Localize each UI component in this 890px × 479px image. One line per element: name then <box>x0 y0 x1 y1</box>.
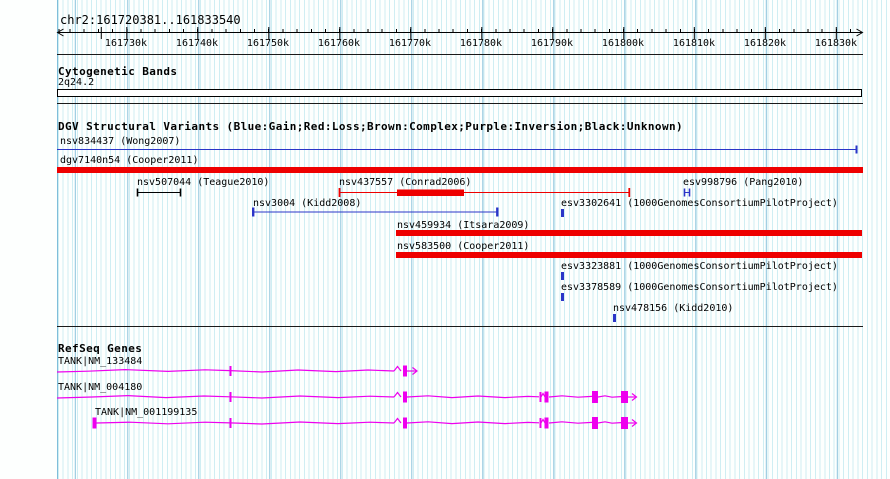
ruler-tick-label: 161770k <box>388 38 432 49</box>
variant-label-dgv7140n54[interactable]: dgv7140n54 (Cooper2011) <box>60 155 198 166</box>
ruler-tick-label: 161810k <box>672 38 716 49</box>
variant-glyph-nsv583500[interactable] <box>396 252 862 258</box>
ruler-tick-label: 161740k <box>175 38 219 49</box>
variant-label-nsv437557[interactable]: nsv437557 (Conrad2006) <box>339 177 471 188</box>
region-position-label: chr2:161720381..161833540 <box>60 13 241 27</box>
variant-label-nsv478156[interactable]: nsv478156 (Kidd2010) <box>613 303 733 314</box>
dgv-track-header: DGV Structural Variants (Blue:Gain;Red:L… <box>58 120 684 133</box>
cytoband-glyph[interactable] <box>57 89 862 97</box>
refseq-track-header: RefSeq Genes <box>58 342 143 355</box>
ruler-tick-label: 161730k <box>104 38 148 49</box>
variant-label-nsv834437[interactable]: nsv834437 (Wong2007) <box>60 136 180 147</box>
variant-glyph-nsv478156[interactable] <box>613 314 616 322</box>
ruler-tick-label: 161800k <box>601 38 645 49</box>
track-separator <box>57 326 863 327</box>
variant-glyph-dgv7140n54[interactable] <box>57 167 863 173</box>
genome-browser-panel: chr2:161720381..161833540 161730k 161740… <box>0 0 890 479</box>
cytoband-label[interactable]: 2q24.2 <box>58 77 94 88</box>
track-separator <box>57 54 863 55</box>
variant-glyph-esv3323881[interactable] <box>561 272 564 280</box>
gene-label-nm-133484[interactable]: TANK|NM_133484 <box>58 356 142 367</box>
variant-label-esv3323881[interactable]: esv3323881 (1000GenomesConsortiumPilotPr… <box>561 261 838 272</box>
variant-label-nsv3004[interactable]: nsv3004 (Kidd2008) <box>253 198 361 209</box>
gene-label-nm-001199135[interactable]: TANK|NM_001199135 <box>95 407 197 418</box>
variant-label-nsv583500[interactable]: nsv583500 (Cooper2011) <box>397 241 529 252</box>
ruler-tick-label: 161830k <box>814 38 858 49</box>
variant-glyph-esv3302641[interactable] <box>561 209 564 217</box>
variant-label-esv998796[interactable]: esv998796 (Pang2010) <box>683 177 803 188</box>
variant-label-esv3302641[interactable]: esv3302641 (1000GenomesConsortiumPilotPr… <box>561 198 838 209</box>
gene-label-nm-004180[interactable]: TANK|NM_004180 <box>58 382 142 393</box>
variant-glyph-nsv459934[interactable] <box>396 230 862 236</box>
variant-label-nsv507044[interactable]: nsv507044 (Teague2010) <box>137 177 269 188</box>
ruler-tick-label: 161790k <box>530 38 574 49</box>
ruler-tick-label: 161750k <box>246 38 290 49</box>
track-separator <box>57 103 863 104</box>
variant-label-esv3378589[interactable]: esv3378589 (1000GenomesConsortiumPilotPr… <box>561 282 838 293</box>
variant-glyph-esv3378589[interactable] <box>561 293 564 301</box>
ruler-tick-label: 161780k <box>459 38 503 49</box>
ruler-tick-label: 161760k <box>317 38 361 49</box>
ruler-tick-label: 161820k <box>743 38 787 49</box>
